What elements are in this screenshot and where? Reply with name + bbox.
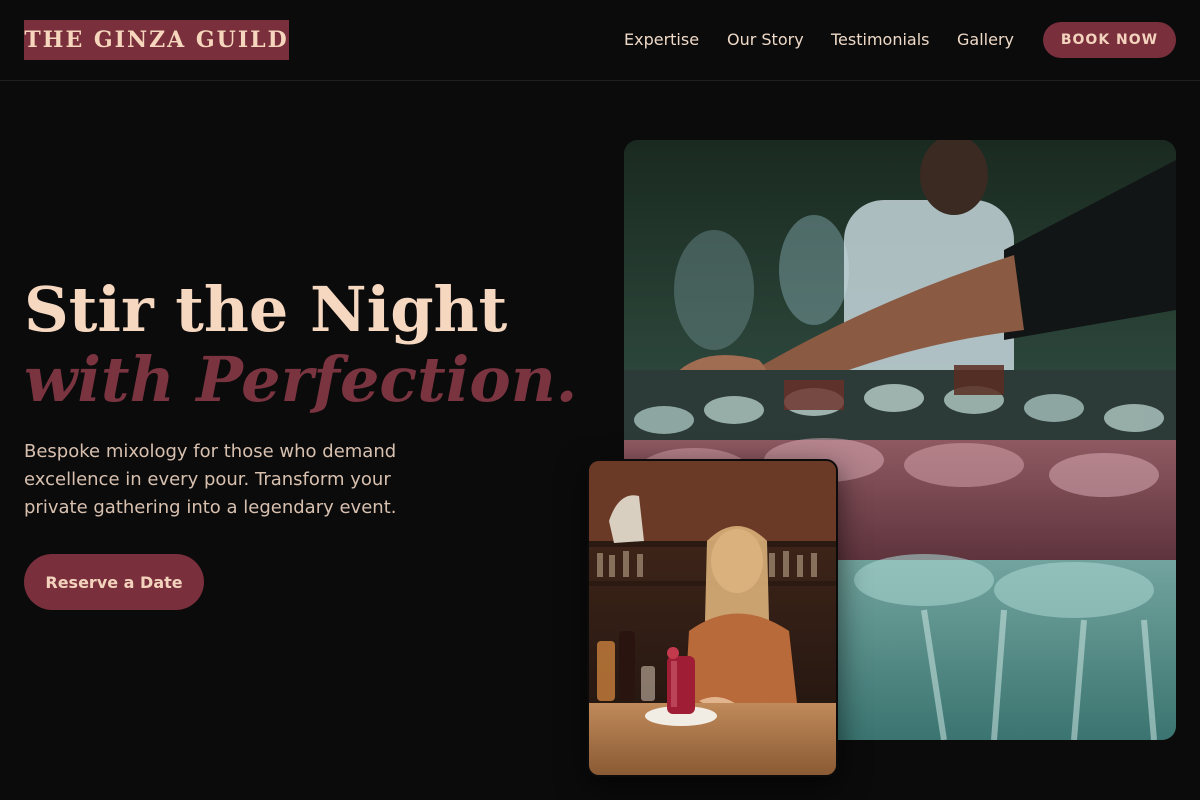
hero-headline-line-1: Stir the Night: [24, 273, 508, 346]
bartender-serving-photo: [587, 459, 838, 777]
book-now-button[interactable]: BOOK NOW: [1043, 22, 1176, 58]
reserve-date-button[interactable]: Reserve a Date: [24, 554, 204, 610]
nav-link-testimonials[interactable]: Testimonials: [831, 30, 930, 50]
hero-headline-line-2: with Perfection.: [24, 343, 578, 416]
nav-link-our-story[interactable]: Our Story: [727, 30, 804, 50]
nav-link-gallery[interactable]: Gallery: [957, 30, 1014, 50]
hero-subtext: Bespoke mixology for those who demand ex…: [24, 441, 397, 518]
brand-logo[interactable]: THE GINZA GUILD: [24, 20, 289, 60]
nav-link-expertise[interactable]: Expertise: [624, 30, 699, 50]
site-header: THE GINZA GUILD Expertise Our Story Test…: [0, 0, 1200, 81]
